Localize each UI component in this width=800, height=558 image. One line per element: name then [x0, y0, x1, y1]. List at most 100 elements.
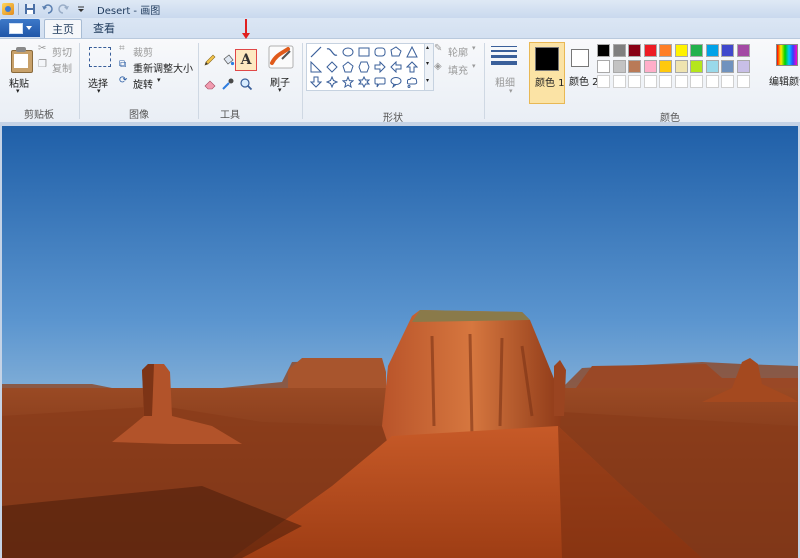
select-button[interactable]: 选择 ▾	[83, 41, 117, 99]
eraser-icon[interactable]	[201, 75, 219, 93]
hexagon-shape-icon[interactable]	[357, 60, 371, 74]
clipboard-group: 粘贴 ▾ ✂ 剪切 ❐ 复制 剪贴板	[0, 39, 78, 123]
color-swatch[interactable]	[690, 44, 703, 57]
crop-button[interactable]: ⌗ 裁剪	[119, 43, 195, 59]
customize-dropdown-icon[interactable]	[74, 2, 88, 16]
cloud-callout-shape-icon[interactable]	[405, 75, 419, 89]
shapes-gallery-scrollbar[interactable]: ▴ ▾ ▾	[424, 43, 434, 91]
color-swatch[interactable]	[597, 44, 610, 57]
rotate-icon: ⟳	[119, 75, 128, 86]
pentagon-shape-icon[interactable]	[341, 60, 355, 74]
gallery-expand-icon[interactable]: ▾	[426, 77, 429, 84]
fill-shape-icon: ◈	[434, 61, 442, 72]
color-swatch[interactable]	[612, 59, 626, 73]
save-icon[interactable]	[23, 2, 37, 16]
custom-color-slot[interactable]	[674, 75, 688, 88]
color-swatch[interactable]	[597, 59, 610, 73]
paint-menu-button[interactable]	[0, 19, 40, 37]
triangle-shape-icon[interactable]	[405, 45, 419, 59]
brushes-button[interactable]: 刷子 ▾	[265, 41, 297, 101]
color-swatch[interactable]	[736, 44, 750, 57]
paste-button[interactable]: 粘贴 ▾	[2, 41, 36, 99]
oval-callout-shape-icon[interactable]	[389, 75, 403, 89]
size-dropdown-icon: ▾	[509, 87, 513, 95]
tab-view[interactable]: 查看	[86, 19, 122, 38]
rectangle-shape-icon[interactable]	[357, 45, 371, 59]
color-swatch[interactable]	[643, 44, 657, 57]
custom-color-slot[interactable]	[597, 75, 610, 88]
color1-label: 颜色 1	[535, 78, 565, 89]
custom-color-slot[interactable]	[736, 75, 750, 88]
diamond-shape-icon[interactable]	[325, 60, 339, 74]
scroll-down-icon[interactable]: ▾	[426, 60, 429, 67]
color-swatch[interactable]	[643, 59, 657, 73]
edit-colors-icon[interactable]	[776, 44, 798, 66]
color-swatch[interactable]	[721, 44, 734, 57]
oval-shape-icon[interactable]	[341, 45, 355, 59]
color-swatch[interactable]	[705, 44, 719, 57]
color-swatch[interactable]	[674, 44, 688, 57]
four-point-star-shape-icon[interactable]	[325, 75, 339, 89]
color-swatch[interactable]	[690, 59, 703, 73]
undo-icon[interactable]	[40, 2, 54, 16]
color2-button[interactable]: 颜色 2	[566, 42, 599, 102]
custom-color-slot[interactable]	[628, 75, 641, 88]
text-tool-button[interactable]: A	[235, 49, 257, 71]
curve-shape-icon[interactable]	[325, 45, 339, 59]
copy-button[interactable]: ❐ 复制	[38, 59, 76, 75]
color-swatch[interactable]	[659, 44, 672, 57]
outline-icon: ✎	[434, 43, 443, 54]
outline-button[interactable]: ✎ 轮廓 ▾	[434, 43, 480, 59]
paste-dropdown-icon[interactable]: ▾	[16, 87, 20, 95]
color-swatch[interactable]	[736, 59, 750, 73]
custom-color-slot[interactable]	[690, 75, 703, 88]
color-swatch[interactable]	[628, 44, 641, 57]
paint-app-icon[interactable]	[2, 3, 14, 15]
color-swatch[interactable]	[612, 44, 626, 57]
custom-color-slot[interactable]	[612, 75, 626, 88]
annotation-arrow-icon	[242, 33, 250, 39]
color-swatch[interactable]	[721, 59, 734, 73]
right-arrow-shape-icon[interactable]	[373, 60, 387, 74]
right-triangle-shape-icon[interactable]	[309, 60, 323, 74]
tab-home[interactable]: 主页	[44, 19, 82, 39]
crop-icon: ⌗	[119, 43, 125, 54]
color1-button[interactable]: 颜色 1	[529, 42, 565, 104]
rounded-rectangle-shape-icon[interactable]	[373, 45, 387, 59]
left-arrow-shape-icon[interactable]	[389, 60, 403, 74]
size-button[interactable]: 粗细 ▾	[488, 41, 522, 101]
cut-button[interactable]: ✂ 剪切	[38, 43, 76, 59]
tools-group-label: 工具	[220, 110, 240, 121]
color-swatch[interactable]	[705, 59, 719, 73]
scissors-icon: ✂	[38, 43, 47, 54]
canvas-area[interactable]	[0, 122, 800, 558]
edit-colors-label[interactable]: 编辑颜色	[769, 73, 800, 88]
custom-color-slot[interactable]	[643, 75, 657, 88]
six-point-star-shape-icon[interactable]	[357, 75, 371, 89]
color-picker-icon[interactable]	[219, 75, 237, 93]
resize-button[interactable]: ⧉ 重新调整大小	[119, 59, 197, 75]
rounded-callout-shape-icon[interactable]	[373, 75, 387, 89]
redo-icon[interactable]	[57, 2, 71, 16]
pencil-icon[interactable]	[201, 51, 219, 69]
select-dropdown-icon[interactable]: ▾	[97, 87, 101, 95]
polygon-shape-icon[interactable]	[389, 45, 403, 59]
color-swatch[interactable]	[659, 59, 672, 73]
fill-shape-button[interactable]: ◈ 填充 ▾	[434, 61, 480, 77]
up-arrow-shape-icon[interactable]	[405, 60, 419, 74]
scroll-up-icon[interactable]: ▴	[426, 44, 429, 51]
brush-icon	[268, 45, 294, 72]
down-arrow-shape-icon[interactable]	[309, 75, 323, 89]
custom-color-slot[interactable]	[705, 75, 719, 88]
custom-color-slot[interactable]	[721, 75, 734, 88]
desert-photo[interactable]	[2, 126, 798, 558]
five-point-star-shape-icon[interactable]	[341, 75, 355, 89]
magnifier-icon[interactable]	[237, 75, 255, 93]
line-shape-icon[interactable]	[309, 45, 323, 59]
resize-label: 重新调整大小	[133, 64, 193, 75]
select-icon	[89, 47, 111, 67]
color-swatch[interactable]	[674, 59, 688, 73]
color-swatch[interactable]	[628, 59, 641, 73]
rotate-button[interactable]: ⟳ 旋转 ▾	[119, 75, 179, 91]
custom-color-slot[interactable]	[659, 75, 672, 88]
